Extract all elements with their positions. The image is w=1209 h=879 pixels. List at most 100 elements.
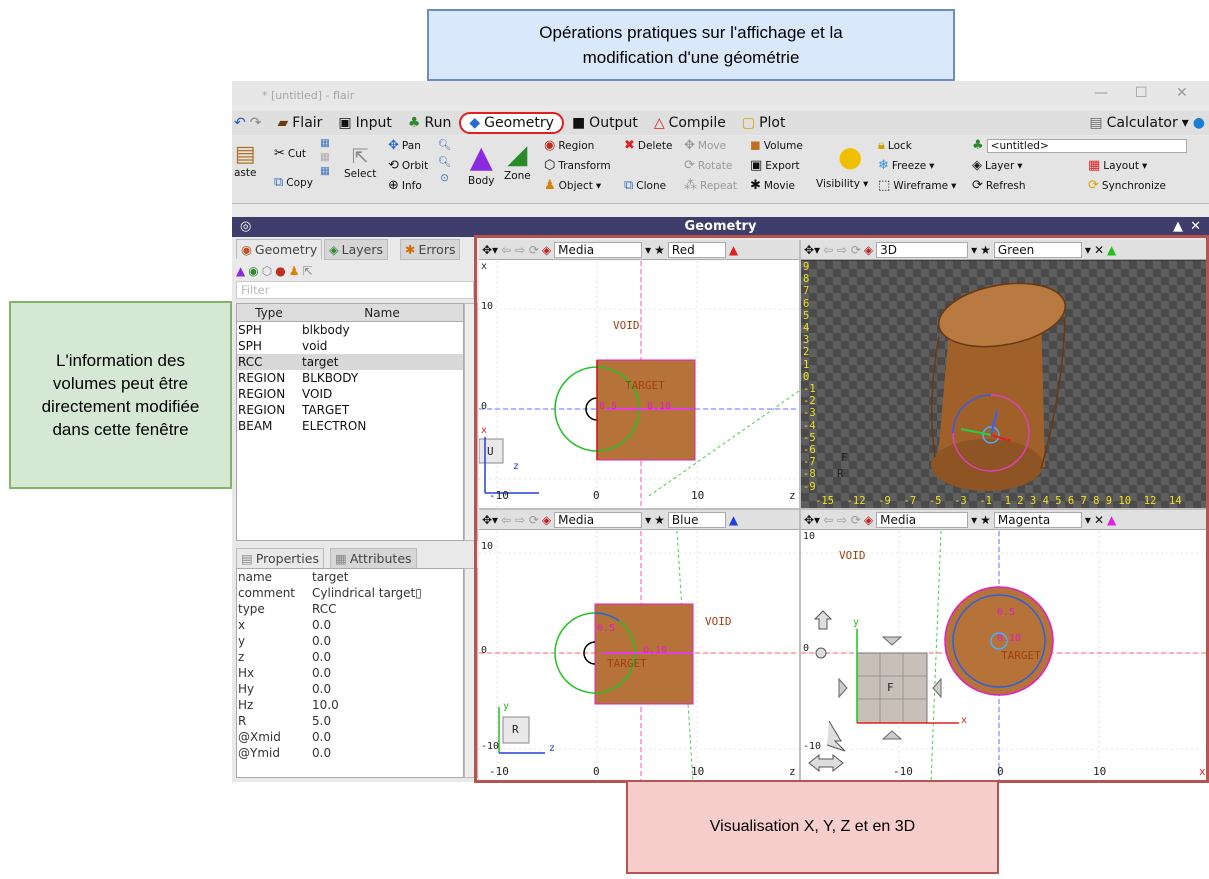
property-value[interactable]: target xyxy=(311,570,463,584)
movie-button[interactable]: ✱ Movie xyxy=(750,178,795,193)
viewport-name[interactable]: Red xyxy=(667,241,726,258)
pan-icon[interactable]: ✥▾ xyxy=(482,243,498,257)
list-item[interactable]: BEAM ELECTRON xyxy=(237,418,463,434)
layer-select[interactable]: Media xyxy=(876,511,969,528)
property-row[interactable]: x 0.0 xyxy=(237,617,463,633)
pan-icon[interactable]: ✥▾ xyxy=(804,513,820,527)
object-button[interactable]: ♟ Object ▾ xyxy=(544,178,601,193)
back-icon[interactable]: ⇦ ⇨ ⟳ xyxy=(501,243,539,257)
cursor-filter-icon[interactable]: ⇱ xyxy=(302,264,312,278)
info-button[interactable]: ⊕ Info xyxy=(388,178,422,193)
tab-geometry[interactable]: ◉ Geometry xyxy=(236,239,323,259)
layer-select[interactable]: Media xyxy=(554,511,643,528)
delete-button[interactable]: ✖ Delete xyxy=(624,138,672,153)
viewport-canvas[interactable]: VOID TARGET 0.5 0.10 10 0 x x z U -10 0 … xyxy=(479,261,799,508)
viewport-red[interactable]: ✥▾ ⇦ ⇨ ⟳ ◈ Media ▾ ★ Red ▲ VOID TARGET 0… xyxy=(479,240,799,508)
back-icon[interactable]: ⇦ ⇨ ⟳ xyxy=(823,243,861,257)
object-filter-icon[interactable]: ♟ xyxy=(289,264,300,278)
tab-layers[interactable]: ◈ Layers xyxy=(324,239,388,260)
minimize-icon[interactable]: — xyxy=(1094,85,1108,101)
float-icon[interactable]: ▲ xyxy=(1173,217,1183,237)
back-icon[interactable]: ⇦ ⇨ ⟳ xyxy=(501,513,539,527)
zoom-icons[interactable]: 🔍︎ 🔍︎ ⊙ xyxy=(438,138,451,184)
tab-errors[interactable]: ✱ Errors xyxy=(400,239,461,260)
sphere-filter-icon[interactable]: ● xyxy=(275,264,285,278)
quick-actions[interactable]: ↶ ↷ xyxy=(232,112,269,134)
tab-properties[interactable]: ▤ Properties xyxy=(236,548,324,568)
property-value[interactable]: RCC xyxy=(311,602,463,616)
orbit-button[interactable]: ⟲ Orbit xyxy=(388,158,428,173)
viewport-name[interactable]: Blue xyxy=(667,511,726,528)
pan-icon[interactable]: ✥▾ xyxy=(482,513,498,527)
body-button[interactable]: ▲ Body xyxy=(468,140,495,187)
property-row[interactable]: type RCC xyxy=(237,601,463,617)
tab-attributes[interactable]: ▦ Attributes xyxy=(330,548,417,569)
transform-filter-icon[interactable]: ⬡ xyxy=(262,264,272,278)
pan-button[interactable]: ✥ Pan xyxy=(388,138,421,153)
pan-icon[interactable]: ✥▾ xyxy=(804,243,820,257)
export-button[interactable]: ▣ Export xyxy=(750,158,800,173)
list-item[interactable]: SPH void xyxy=(237,338,463,354)
project-selector[interactable]: ♣ <untitled> xyxy=(972,138,1187,153)
layer-button[interactable]: ◈ Layer ▾ xyxy=(972,158,1023,173)
property-value[interactable]: 0.0 xyxy=(311,618,463,632)
property-value[interactable]: 0.0 xyxy=(311,746,463,760)
wireframe-button[interactable]: ⬚ Wireframe ▾ xyxy=(878,178,956,193)
transform-button[interactable]: ⬡ Transform xyxy=(544,158,611,173)
repeat-button[interactable]: ⁂ Repeat xyxy=(684,178,737,193)
property-value[interactable]: 0.0 xyxy=(311,666,463,680)
menu-output[interactable]: ■ Output xyxy=(564,112,646,134)
close-icon[interactable]: ✕ xyxy=(1094,243,1104,257)
select-button[interactable]: ⇱ Select xyxy=(344,144,376,180)
menu-geometry[interactable]: ◆ Geometry xyxy=(459,112,564,134)
property-row[interactable]: R 5.0 xyxy=(237,713,463,729)
property-row[interactable]: z 0.0 xyxy=(237,649,463,665)
menu-input[interactable]: ▣ Input xyxy=(330,112,400,134)
lock-button[interactable]: 🔒︎ Lock xyxy=(878,138,912,153)
layout-button[interactable]: ▦ Layout ▾ xyxy=(1088,158,1147,173)
view-cube-face[interactable]: F xyxy=(841,451,848,464)
properties-scrollbar[interactable] xyxy=(464,568,478,778)
viewport-green[interactable]: ✥▾ ⇦ ⇨ ⟳ ◈ 3D ▾ ★ Green ▾ ✕ ▲ 9 8 7 6 5 … xyxy=(801,240,1209,508)
region-button[interactable]: ◉ Region xyxy=(544,138,594,153)
list-item[interactable]: REGION VOID xyxy=(237,386,463,402)
list-item[interactable]: REGION TARGET xyxy=(237,402,463,418)
list-item[interactable]: REGION BLKBODY xyxy=(237,370,463,386)
property-row[interactable]: name target xyxy=(237,569,463,585)
body-filter-icon[interactable]: ▲ xyxy=(236,264,245,278)
list-item[interactable]: SPH blkbody xyxy=(237,322,463,338)
close-icon[interactable]: ✕ xyxy=(1176,85,1188,101)
volume-button[interactable]: ◼ Volume xyxy=(750,138,803,153)
property-value[interactable]: 0.0 xyxy=(311,650,463,664)
property-row[interactable]: @Ymid 0.0 xyxy=(237,745,463,761)
viewport-blue[interactable]: ✥▾ ⇦ ⇨ ⟳ ◈ Media ▾ ★ Blue ▲ VOID TARGET … xyxy=(479,510,799,782)
property-value[interactable]: 0.0 xyxy=(311,682,463,696)
copy-button[interactable]: ⧉ Copy xyxy=(274,175,313,190)
menu-compile[interactable]: △ Compile xyxy=(646,112,734,134)
viewport-canvas[interactable]: VOID TARGET 0.5 0.10 10 0 -10 y z R -10 … xyxy=(479,531,799,782)
menu-plot[interactable]: ▢ Plot xyxy=(734,112,794,134)
property-value[interactable]: Cylindrical target▯ xyxy=(311,586,463,600)
property-row[interactable]: y 0.0 xyxy=(237,633,463,649)
list-item[interactable]: RCC target xyxy=(237,354,463,370)
geometry-menu-icon[interactable]: ◎ xyxy=(240,217,251,237)
viewport-canvas[interactable]: VOID TARGET 0.5 0.10 10 0 -10 y x F -10 … xyxy=(801,531,1209,782)
cut-button[interactable]: ✂ Cut xyxy=(274,146,306,161)
menu-run[interactable]: ♣ Run xyxy=(400,112,459,134)
menu-flair[interactable]: ▰ Flair xyxy=(269,112,330,134)
close-icon[interactable]: ✕ xyxy=(1190,217,1201,237)
viewport-name[interactable]: Green xyxy=(993,241,1082,258)
property-row[interactable]: @Xmid 0.0 xyxy=(237,729,463,745)
property-row[interactable]: Hz 10.0 xyxy=(237,697,463,713)
rotate-button[interactable]: ⟳ Rotate xyxy=(684,158,732,173)
viewport-name[interactable]: Magenta xyxy=(993,511,1082,528)
property-value[interactable]: 10.0 xyxy=(311,698,463,712)
list-scrollbar[interactable] xyxy=(464,303,478,541)
visibility-button[interactable]: Visibility ▾ xyxy=(816,178,868,190)
refresh-button[interactable]: ⟳ Refresh xyxy=(972,178,1026,193)
region-filter-icon[interactable]: ◉ xyxy=(248,264,258,278)
property-row[interactable]: Hx 0.0 xyxy=(237,665,463,681)
synchronize-button[interactable]: ⟳ Synchronize xyxy=(1088,178,1166,193)
property-row[interactable]: Hy 0.0 xyxy=(237,681,463,697)
layer-select[interactable]: 3D xyxy=(876,241,969,258)
